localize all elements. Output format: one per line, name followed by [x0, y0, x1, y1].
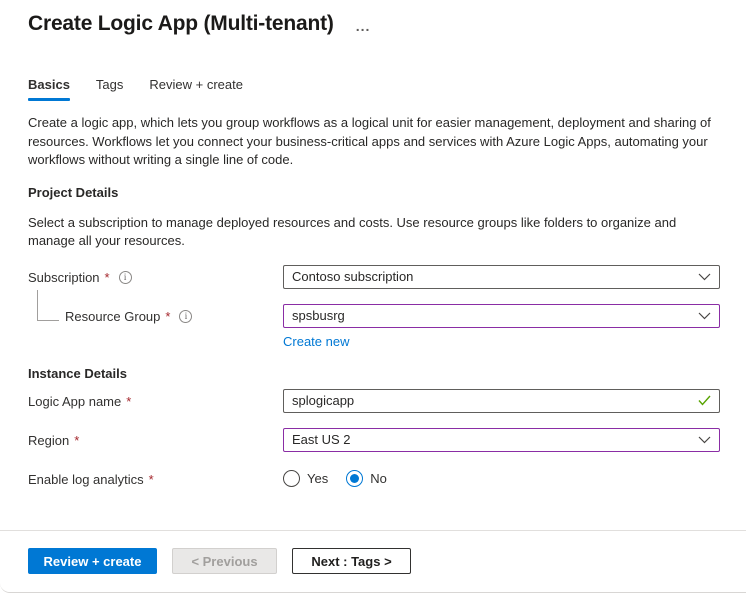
review-create-button[interactable]: Review + create [28, 548, 157, 574]
region-label-cell: Region * [28, 428, 283, 448]
resource-group-required-asterisk: * [165, 309, 170, 324]
region-dropdown[interactable]: East US 2 [283, 428, 720, 452]
logic-app-name-field-cell [283, 389, 720, 413]
subscription-label: Subscription [28, 270, 100, 285]
instance-details-form: Logic App name * Region * East US 2 [28, 389, 720, 487]
tab-tags[interactable]: Tags [96, 77, 123, 101]
enable-log-analytics-radio-group: Yes No [283, 467, 720, 487]
create-logic-app-blade: Create Logic App (Multi-tenant) ... Basi… [0, 0, 746, 593]
create-new-link[interactable]: Create new [283, 334, 349, 349]
radio-yes-label: Yes [307, 471, 328, 486]
blade-intro-text: Create a logic app, which lets you group… [28, 114, 720, 170]
resource-group-dropdown-value: spsbusrg [292, 308, 690, 323]
radio-option-yes[interactable]: Yes [283, 470, 328, 487]
subscription-dropdown[interactable]: Contoso subscription [283, 265, 720, 289]
chevron-down-icon [698, 273, 711, 281]
logic-app-name-required-asterisk: * [126, 394, 131, 409]
region-required-asterisk: * [74, 433, 79, 448]
info-icon[interactable]: i [119, 271, 132, 284]
logic-app-name-input[interactable] [292, 390, 690, 412]
enable-log-analytics-label-cell: Enable log analytics * [28, 467, 283, 487]
tab-basics[interactable]: Basics [28, 77, 70, 101]
resource-group-connector-line [37, 290, 59, 321]
enable-log-analytics-label: Enable log analytics [28, 472, 144, 487]
previous-button[interactable]: < Previous [172, 548, 277, 574]
radio-selected-icon [346, 470, 363, 487]
logic-app-name-label-cell: Logic App name * [28, 389, 283, 409]
info-icon[interactable]: i [179, 310, 192, 323]
valid-check-icon [698, 395, 711, 406]
resource-group-row: Resource Group * i spsbusrg Create new [28, 304, 720, 349]
subscription-field-cell: Contoso subscription [283, 265, 720, 289]
subscription-required-asterisk: * [105, 270, 110, 285]
subscription-label-cell: Subscription * i [28, 265, 283, 285]
resource-group-dropdown[interactable]: spsbusrg [283, 304, 720, 328]
project-details-form: Subscription * i Contoso subscription Res… [28, 265, 720, 349]
resource-group-label: Resource Group [65, 309, 160, 324]
tab-review-create[interactable]: Review + create [149, 77, 243, 101]
project-details-heading: Project Details [28, 185, 720, 200]
radio-no-label: No [370, 471, 387, 486]
region-dropdown-value: East US 2 [292, 432, 690, 447]
instance-details-heading: Instance Details [28, 366, 720, 381]
resource-group-field-cell: spsbusrg Create new [283, 304, 720, 349]
enable-log-analytics-row: Enable log analytics * Yes No [28, 467, 720, 487]
region-field-cell: East US 2 [283, 428, 720, 452]
region-row: Region * East US 2 [28, 428, 720, 452]
chevron-down-icon [698, 312, 711, 320]
subscription-dropdown-value: Contoso subscription [292, 269, 690, 284]
more-options-icon[interactable]: ... [356, 18, 371, 34]
radio-unselected-icon [283, 470, 300, 487]
enable-log-analytics-field-cell: Yes No [283, 467, 720, 487]
chevron-down-icon [698, 436, 711, 444]
logic-app-name-row: Logic App name * [28, 389, 720, 413]
subscription-row: Subscription * i Contoso subscription [28, 265, 720, 289]
region-label: Region [28, 433, 69, 448]
logic-app-name-field [283, 389, 720, 413]
next-tags-button[interactable]: Next : Tags > [292, 548, 411, 574]
enable-log-analytics-required-asterisk: * [149, 472, 154, 487]
logic-app-name-label: Logic App name [28, 394, 121, 409]
resource-group-label-cell: Resource Group * i [28, 304, 283, 324]
tab-bar: Basics Tags Review + create [28, 77, 720, 101]
page-title: Create Logic App (Multi-tenant) [28, 12, 334, 36]
radio-option-no[interactable]: No [346, 470, 387, 487]
blade-footer: Review + create < Previous Next : Tags > [0, 530, 746, 592]
blade-header: Create Logic App (Multi-tenant) ... [28, 12, 720, 36]
project-details-description: Select a subscription to manage deployed… [28, 214, 720, 250]
